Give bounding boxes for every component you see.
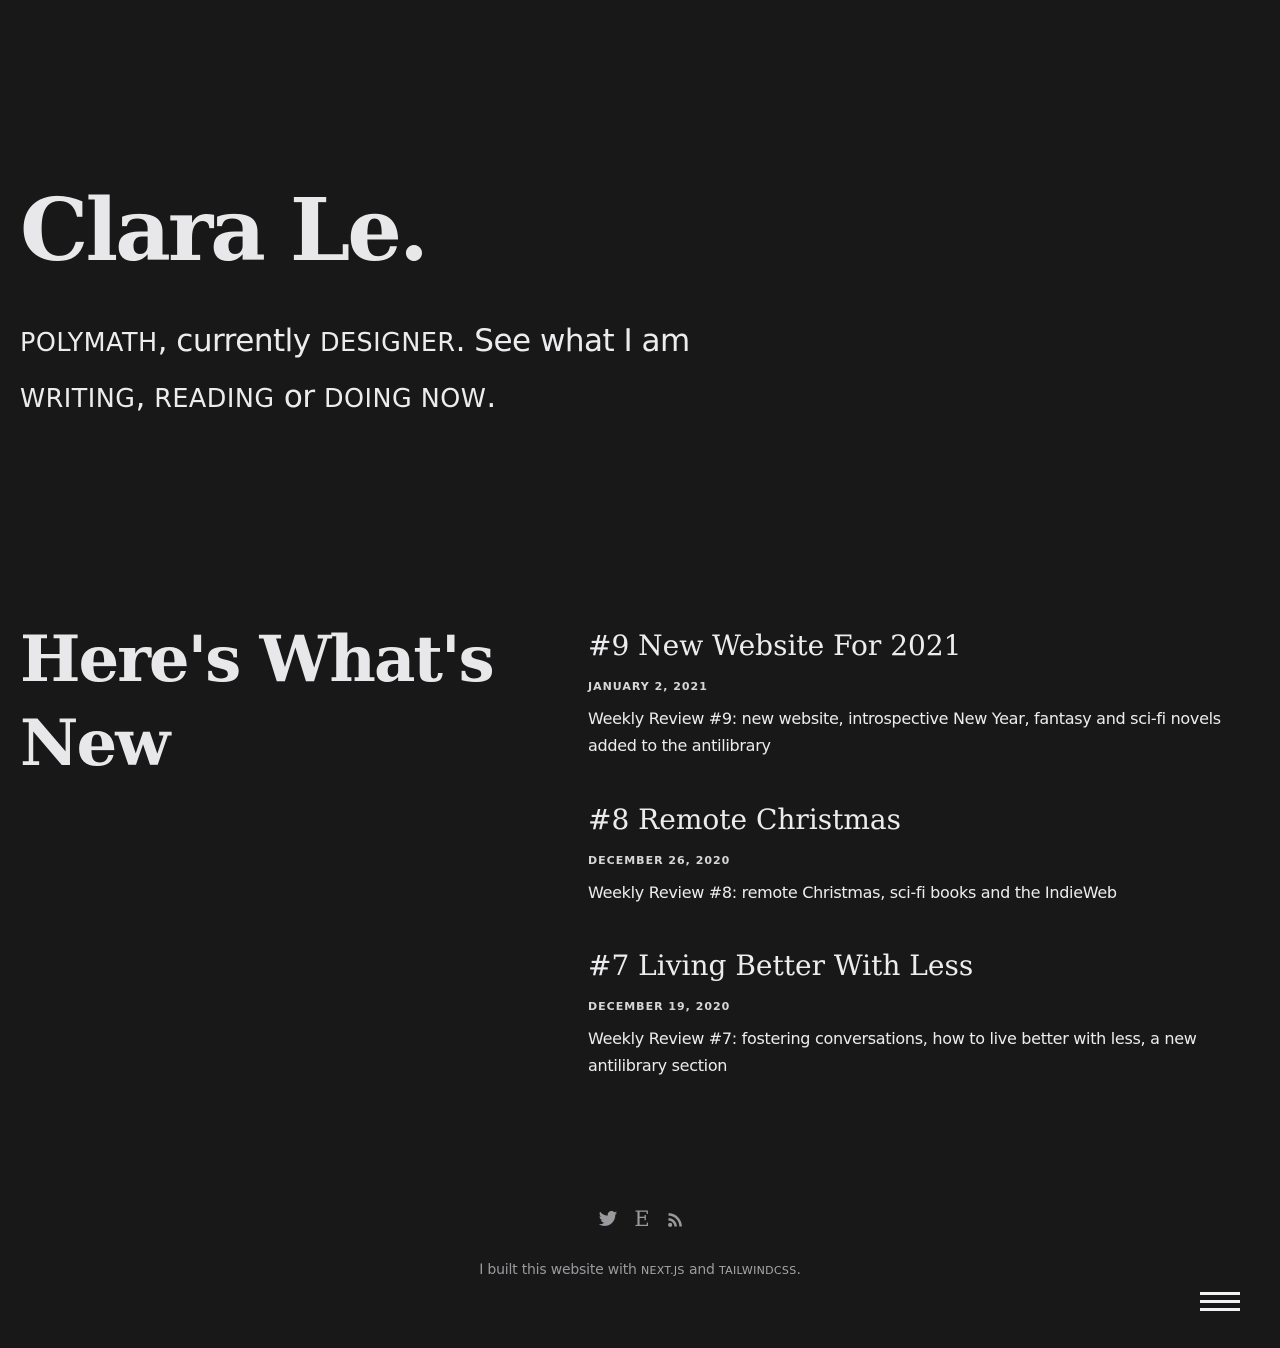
menu-button[interactable] [1200, 1292, 1240, 1312]
post-item: #8 Remote Christmas DECEMBER 26, 2020 We… [588, 800, 1268, 946]
footer-text: . [796, 1262, 801, 1278]
menu-bar [1200, 1300, 1240, 1303]
post-description: Weekly Review #7: fostering conversation… [588, 1029, 1197, 1075]
post-title-link[interactable]: #8 Remote Christmas [588, 800, 1268, 840]
tagline-text: . [486, 379, 496, 415]
post-date: JANUARY 2, 2021 [588, 680, 708, 693]
post-title-link[interactable]: #9 New Website For 2021 [588, 626, 1268, 666]
footer-text: I built this website with [479, 1262, 641, 1278]
footer-text: and [684, 1262, 719, 1278]
tailwindcss-link[interactable]: TAILWINDCSS [719, 1264, 797, 1277]
reading-link[interactable]: READING [154, 383, 274, 413]
post-title-link[interactable]: #7 Living Better With Less [588, 946, 1268, 986]
post-date: DECEMBER 26, 2020 [588, 854, 731, 867]
nextjs-link[interactable]: NEXT.JS [641, 1264, 685, 1277]
post-item: #7 Living Better With Less DECEMBER 19, … [588, 946, 1268, 1079]
e-icon[interactable]: E [632, 1208, 652, 1230]
post-item: #9 New Website For 2021 JANUARY 2, 2021 … [588, 626, 1268, 800]
writing-link[interactable]: WRITING [20, 383, 135, 413]
social-links: E [598, 1208, 686, 1230]
tagline-text: . See what I am [455, 323, 691, 359]
rss-icon[interactable] [666, 1208, 686, 1230]
menu-bar [1200, 1292, 1240, 1295]
tagline-text: , currently [157, 323, 320, 359]
post-description: Weekly Review #9: new website, introspec… [588, 709, 1221, 755]
post-description: Weekly Review #8: remote Christmas, sci-… [588, 883, 1117, 902]
hero: Clara Le. POLYMATH, currently DESIGNER. … [20, 188, 740, 426]
site-title[interactable]: Clara Le. [20, 188, 740, 274]
footer-note: I built this website with NEXT.JS and TA… [0, 1262, 1280, 1278]
tagline-text: or [274, 379, 324, 415]
menu-bar [1200, 1308, 1240, 1311]
section-title: Here's What's New [20, 622, 495, 781]
tagline-role: POLYMATH [20, 327, 158, 357]
post-date: DECEMBER 19, 2020 [588, 1000, 731, 1013]
tagline-current-role: DESIGNER [319, 327, 456, 357]
twitter-icon[interactable] [598, 1208, 618, 1230]
doing-now-link[interactable]: DOING NOW [324, 383, 486, 413]
tagline: POLYMATH, currently DESIGNER. See what I… [20, 314, 740, 426]
tagline-text: , [135, 379, 155, 415]
post-list: #9 New Website For 2021 JANUARY 2, 2021 … [588, 626, 1268, 1079]
